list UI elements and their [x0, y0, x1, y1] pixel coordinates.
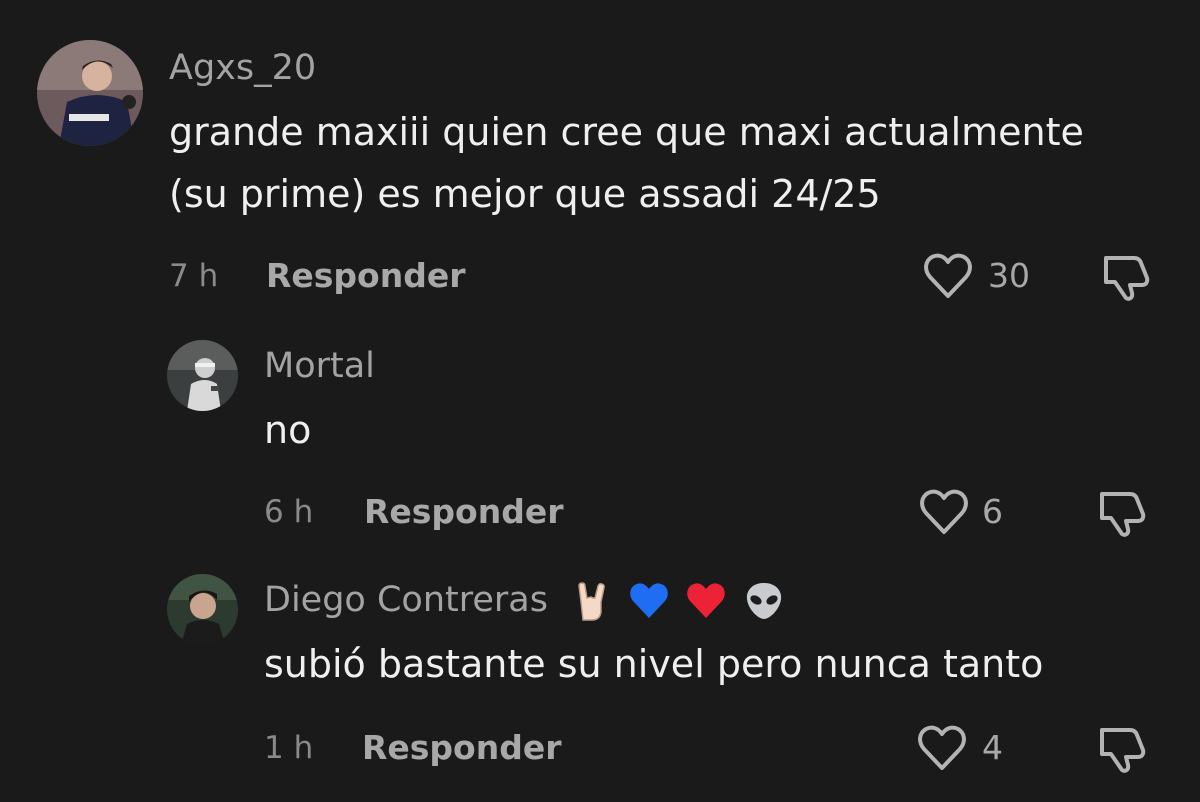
username-text: Diego Contreras [264, 580, 548, 620]
alien-icon [746, 583, 781, 619]
comment-timestamp: 7 h [169, 258, 219, 294]
comment-reply: Mortal no 6 h Responder 6 [0, 320, 1200, 560]
rock-hand-emoji [571, 580, 613, 622]
comment: Agxs_20 grande maxiii quien cree que max… [0, 0, 1200, 320]
avatar-photo-icon [167, 340, 238, 411]
like-button[interactable] [916, 724, 968, 772]
dislike-button[interactable] [1096, 488, 1150, 538]
red-heart-emoji [685, 580, 727, 622]
comment-text-line: no [264, 408, 312, 452]
alien-emoji [743, 580, 785, 622]
like-button[interactable] [922, 252, 974, 300]
comment-username[interactable]: Agxs_20 [169, 48, 316, 88]
comment-reply: Diego Contreras subió bastante su nivel … [0, 560, 1200, 802]
comment-text-line: grande maxiii quien cree que maxi actual… [169, 110, 1084, 154]
user-avatar[interactable] [167, 340, 238, 411]
heart-outline-icon [920, 489, 968, 534]
comment-text-line: subió bastante su nivel pero nunca tanto [264, 642, 1044, 686]
user-avatar[interactable] [37, 40, 143, 146]
avatar-photo-icon [37, 40, 143, 146]
comment-timestamp: 6 h [264, 494, 314, 530]
red-heart-icon [687, 583, 726, 618]
like-count: 30 [988, 256, 1030, 295]
comment-text-line: (su prime) es mejor que assadi 24/25 [169, 172, 881, 216]
thumbs-down-outline-icon [1100, 728, 1146, 773]
user-avatar[interactable] [167, 574, 238, 645]
comment-username[interactable]: Diego Contreras [264, 580, 785, 622]
blue-heart-icon [630, 583, 669, 618]
thumbs-down-outline-icon [1100, 492, 1146, 537]
thumbs-down-outline-icon [1104, 256, 1150, 301]
comment-username[interactable]: Mortal [264, 346, 375, 386]
rock-hand-icon [578, 582, 606, 621]
reply-button[interactable]: Responder [362, 728, 562, 768]
dislike-button[interactable] [1100, 252, 1154, 302]
heart-outline-icon [918, 725, 966, 770]
blue-heart-emoji [628, 580, 670, 622]
like-count: 4 [982, 728, 1003, 767]
like-count: 6 [982, 492, 1003, 531]
reply-button[interactable]: Responder [266, 256, 466, 296]
avatar-photo-icon [167, 574, 238, 645]
like-button[interactable] [918, 488, 970, 536]
reply-button[interactable]: Responder [364, 492, 564, 532]
dislike-button[interactable] [1096, 724, 1150, 774]
heart-outline-icon [924, 253, 972, 298]
comment-timestamp: 1 h [264, 730, 314, 766]
